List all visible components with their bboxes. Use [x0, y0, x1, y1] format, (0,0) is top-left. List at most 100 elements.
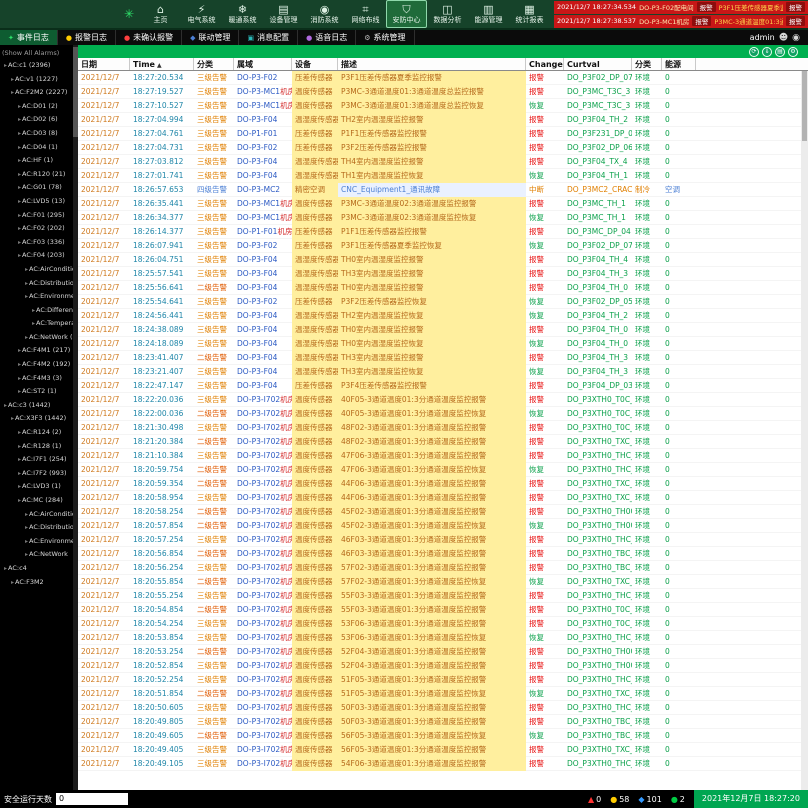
tree-expand-icon[interactable]: ▸: [11, 89, 14, 96]
log-row[interactable]: 2021/12/718:27:10.527三级告警DO-P3-MC1机房温度传感…: [78, 99, 808, 113]
export-button[interactable]: ⇓: [762, 47, 772, 57]
tree-expand-icon[interactable]: ▸: [18, 497, 21, 504]
log-row[interactable]: 2021/12/718:27:19.527三级告警DO-P3-MC1机房温度传感…: [78, 85, 808, 99]
tree-node[interactable]: ▸AC:DifferentialPressureS: [2, 304, 78, 318]
tree-expand-icon[interactable]: ▸: [25, 551, 28, 558]
nav-item-fire[interactable]: ◉消防系统: [304, 0, 345, 28]
log-row[interactable]: 2021/12/718:20:56.854二级告警DO-P3-I702机房温度传…: [78, 547, 808, 561]
log-row[interactable]: 2021/12/718:20:50.605三级告警DO-P3-I702机房温度传…: [78, 701, 808, 715]
tree-expand-icon[interactable]: ▸: [18, 470, 21, 477]
tree-node[interactable]: ▸AC:X3F3 (1442): [2, 412, 78, 426]
log-row[interactable]: 2021/12/718:27:20.534三级告警DO-P3-F02压差传感器P…: [78, 71, 808, 85]
tree-expand-icon[interactable]: ▸: [25, 280, 28, 287]
tree-node[interactable]: ▸AC:NetWork: [2, 548, 78, 562]
tree-node[interactable]: ▸AC:F2M2 (2227): [2, 86, 78, 100]
log-row[interactable]: 2021/12/718:24:56.441三级告警DO-P3-F04温湿度传感器…: [78, 309, 808, 323]
nav-item-network[interactable]: ⌗网络布线: [345, 0, 386, 28]
log-row[interactable]: 2021/12/718:26:57.653四级告警DO-P3-MC2精密空调CN…: [78, 183, 808, 197]
column-header-change[interactable]: Change: [526, 58, 564, 70]
log-row[interactable]: 2021/12/718:20:49.105三级告警DO-P3-I702机房温度传…: [78, 757, 808, 771]
log-row[interactable]: 2021/12/718:21:30.498三级告警DO-P3-I702机房温度传…: [78, 421, 808, 435]
log-row[interactable]: 2021/12/718:26:35.441三级告警DO-P3-MC1机房温度传感…: [78, 197, 808, 211]
log-row[interactable]: 2021/12/718:20:49.805三级告警DO-P3-I702机房温度传…: [78, 715, 808, 729]
tree-expand-icon[interactable]: ▸: [25, 538, 28, 545]
log-row[interactable]: 2021/12/718:27:04.994三级告警DO-P3-F04温湿度传感器…: [78, 113, 808, 127]
log-row[interactable]: 2021/12/718:20:52.254三级告警DO-P3-I702机房温度传…: [78, 673, 808, 687]
tree-node[interactable]: ▸AC:MC (284): [2, 494, 78, 508]
log-row[interactable]: 2021/12/718:23:21.407三级告警DO-P3-F04温湿度传感器…: [78, 365, 808, 379]
log-row[interactable]: 2021/12/718:20:52.854三级告警DO-P3-I702机房温度传…: [78, 659, 808, 673]
log-row[interactable]: 2021/12/718:20:55.854二级告警DO-P3-I702机房温度传…: [78, 575, 808, 589]
refresh-button[interactable]: ⟳: [749, 47, 759, 57]
log-row[interactable]: 2021/12/718:25:54.641三级告警DO-P3-F02压差传感器P…: [78, 295, 808, 309]
counter-warning[interactable]: ●58: [610, 795, 629, 804]
tree-node[interactable]: ▸AC:F4M3 (3): [2, 372, 78, 386]
column-header-energy[interactable]: 能源: [662, 58, 696, 70]
tab-linkage[interactable]: ◆联动管理: [182, 30, 239, 45]
tree-expand-icon[interactable]: ▸: [18, 239, 21, 246]
log-row[interactable]: 2021/12/718:25:56.641二级告警DO-P3-F04温湿度传感器…: [78, 281, 808, 295]
tab-event-log[interactable]: ✦事件日志: [0, 30, 58, 45]
nav-item-analysis[interactable]: ◫数据分析: [427, 0, 468, 28]
log-row[interactable]: 2021/12/718:20:54.854二级告警DO-P3-I702机房温度传…: [78, 603, 808, 617]
tree-node[interactable]: ▸AC:D01 (2): [2, 100, 78, 114]
tree-node[interactable]: ▸AC:ST2 (1): [2, 385, 78, 399]
log-row[interactable]: 2021/12/718:21:10.384三级告警DO-P3-I702机房温度传…: [78, 449, 808, 463]
log-row[interactable]: 2021/12/718:27:04.761三级告警DO-P1-F01压差传感器P…: [78, 127, 808, 141]
tree-expand-icon[interactable]: ▸: [25, 511, 28, 518]
tree-expand-icon[interactable]: ▸: [11, 579, 14, 586]
log-row[interactable]: 2021/12/718:20:56.254三级告警DO-P3-I702机房温度传…: [78, 561, 808, 575]
log-row[interactable]: 2021/12/718:20:49.405三级告警DO-P3-I702机房温度传…: [78, 743, 808, 757]
tree-node[interactable]: ▸AC:c1 (2396): [2, 59, 78, 73]
power-icon[interactable]: ◉: [792, 33, 800, 43]
tab-system-admin[interactable]: ⚙系统管理: [356, 30, 414, 45]
nav-item-hvac[interactable]: ❄暖通系统: [222, 0, 263, 28]
log-row[interactable]: 2021/12/718:25:57.541三级告警DO-P3-F04温湿度传感器…: [78, 267, 808, 281]
tree-expand-icon[interactable]: ▸: [18, 347, 21, 354]
log-row[interactable]: 2021/12/718:20:58.254二级告警DO-P3-I702机房温度传…: [78, 505, 808, 519]
log-row[interactable]: 2021/12/718:20:59.354二级告警DO-P3-I702机房温度传…: [78, 477, 808, 491]
table-scrollbar-thumb[interactable]: [802, 71, 807, 141]
tree-node[interactable]: ▸AC:v1 (1227): [2, 73, 78, 87]
log-row[interactable]: 2021/12/718:26:34.377三级告警DO-P3-MC1机房温度传感…: [78, 211, 808, 225]
log-row[interactable]: 2021/12/718:26:04.751三级告警DO-P3-F04温湿度传感器…: [78, 253, 808, 267]
tree-node[interactable]: ▸AC:I7F1 (254): [2, 453, 78, 467]
nav-item-home[interactable]: ⌂主页: [140, 0, 181, 28]
column-header-cls[interactable]: 分类: [632, 58, 662, 70]
log-row[interactable]: 2021/12/718:20:53.254二级告警DO-P3-I702机房温度传…: [78, 645, 808, 659]
tree-expand-icon[interactable]: ▸: [25, 293, 28, 300]
tab-alarm-log[interactable]: ●报警日志: [58, 30, 116, 45]
tree-expand-icon[interactable]: ▸: [18, 157, 21, 164]
counter-normal[interactable]: ●2: [671, 795, 685, 804]
log-row[interactable]: 2021/12/718:21:20.384二级告警DO-P3-I702机房温度传…: [78, 435, 808, 449]
tab-unacked-alarms[interactable]: ●未确认报警: [116, 30, 182, 45]
tab-message-config[interactable]: ▣消息配置: [239, 30, 298, 45]
log-row[interactable]: 2021/12/718:26:07.941三级告警DO-P3-F02压差传感器P…: [78, 239, 808, 253]
tree-node[interactable]: ▸AC:D03 (8): [2, 127, 78, 141]
tree-node[interactable]: ▸AC:Distribution (282): [2, 521, 78, 535]
tree-node[interactable]: ▸AC:NetWork (2): [2, 331, 78, 345]
log-row[interactable]: 2021/12/718:20:55.254三级告警DO-P3-I702机房温度传…: [78, 589, 808, 603]
tree-expand-icon[interactable]: ▸: [25, 334, 28, 341]
tree-node[interactable]: ▸AC:R128 (1): [2, 440, 78, 454]
nav-item-report[interactable]: ▦统计报表: [509, 0, 550, 28]
log-row[interactable]: 2021/12/718:20:58.954三级告警DO-P3-I702机房温度传…: [78, 491, 808, 505]
tree-expand-icon[interactable]: ▸: [18, 225, 21, 232]
table-scrollbar[interactable]: [801, 71, 808, 790]
tree-node[interactable]: ▸AC:LVD5 (13): [2, 195, 78, 209]
log-row[interactable]: 2021/12/718:20:57.854二级告警DO-P3-I702机房温度传…: [78, 519, 808, 533]
tree-node[interactable]: ▸AC:F4M2 (192): [2, 358, 78, 372]
tree-expand-icon[interactable]: ▸: [4, 565, 7, 572]
tree-expand-icon[interactable]: ▸: [18, 483, 21, 490]
log-row[interactable]: 2021/12/718:24:38.089三级告警DO-P3-F04温湿度传感器…: [78, 323, 808, 337]
log-row[interactable]: 2021/12/718:27:01.741三级告警DO-P3-F04温湿度传感器…: [78, 169, 808, 183]
counter-critical[interactable]: ▲0: [588, 795, 601, 804]
tree-node[interactable]: ▸AC:LVD3 (1): [2, 480, 78, 494]
column-header-curtval[interactable]: Curtval: [564, 58, 632, 70]
tree-expand-icon[interactable]: ▸: [18, 443, 21, 450]
tree-expand-icon[interactable]: ▸: [18, 375, 21, 382]
tree-node[interactable]: ▸AC:Environment (15): [2, 290, 78, 304]
settings-button[interactable]: ⚙: [788, 47, 798, 57]
tree-node[interactable]: ▸AC:D04 (1): [2, 141, 78, 155]
tree-expand-icon[interactable]: ▸: [4, 402, 7, 409]
